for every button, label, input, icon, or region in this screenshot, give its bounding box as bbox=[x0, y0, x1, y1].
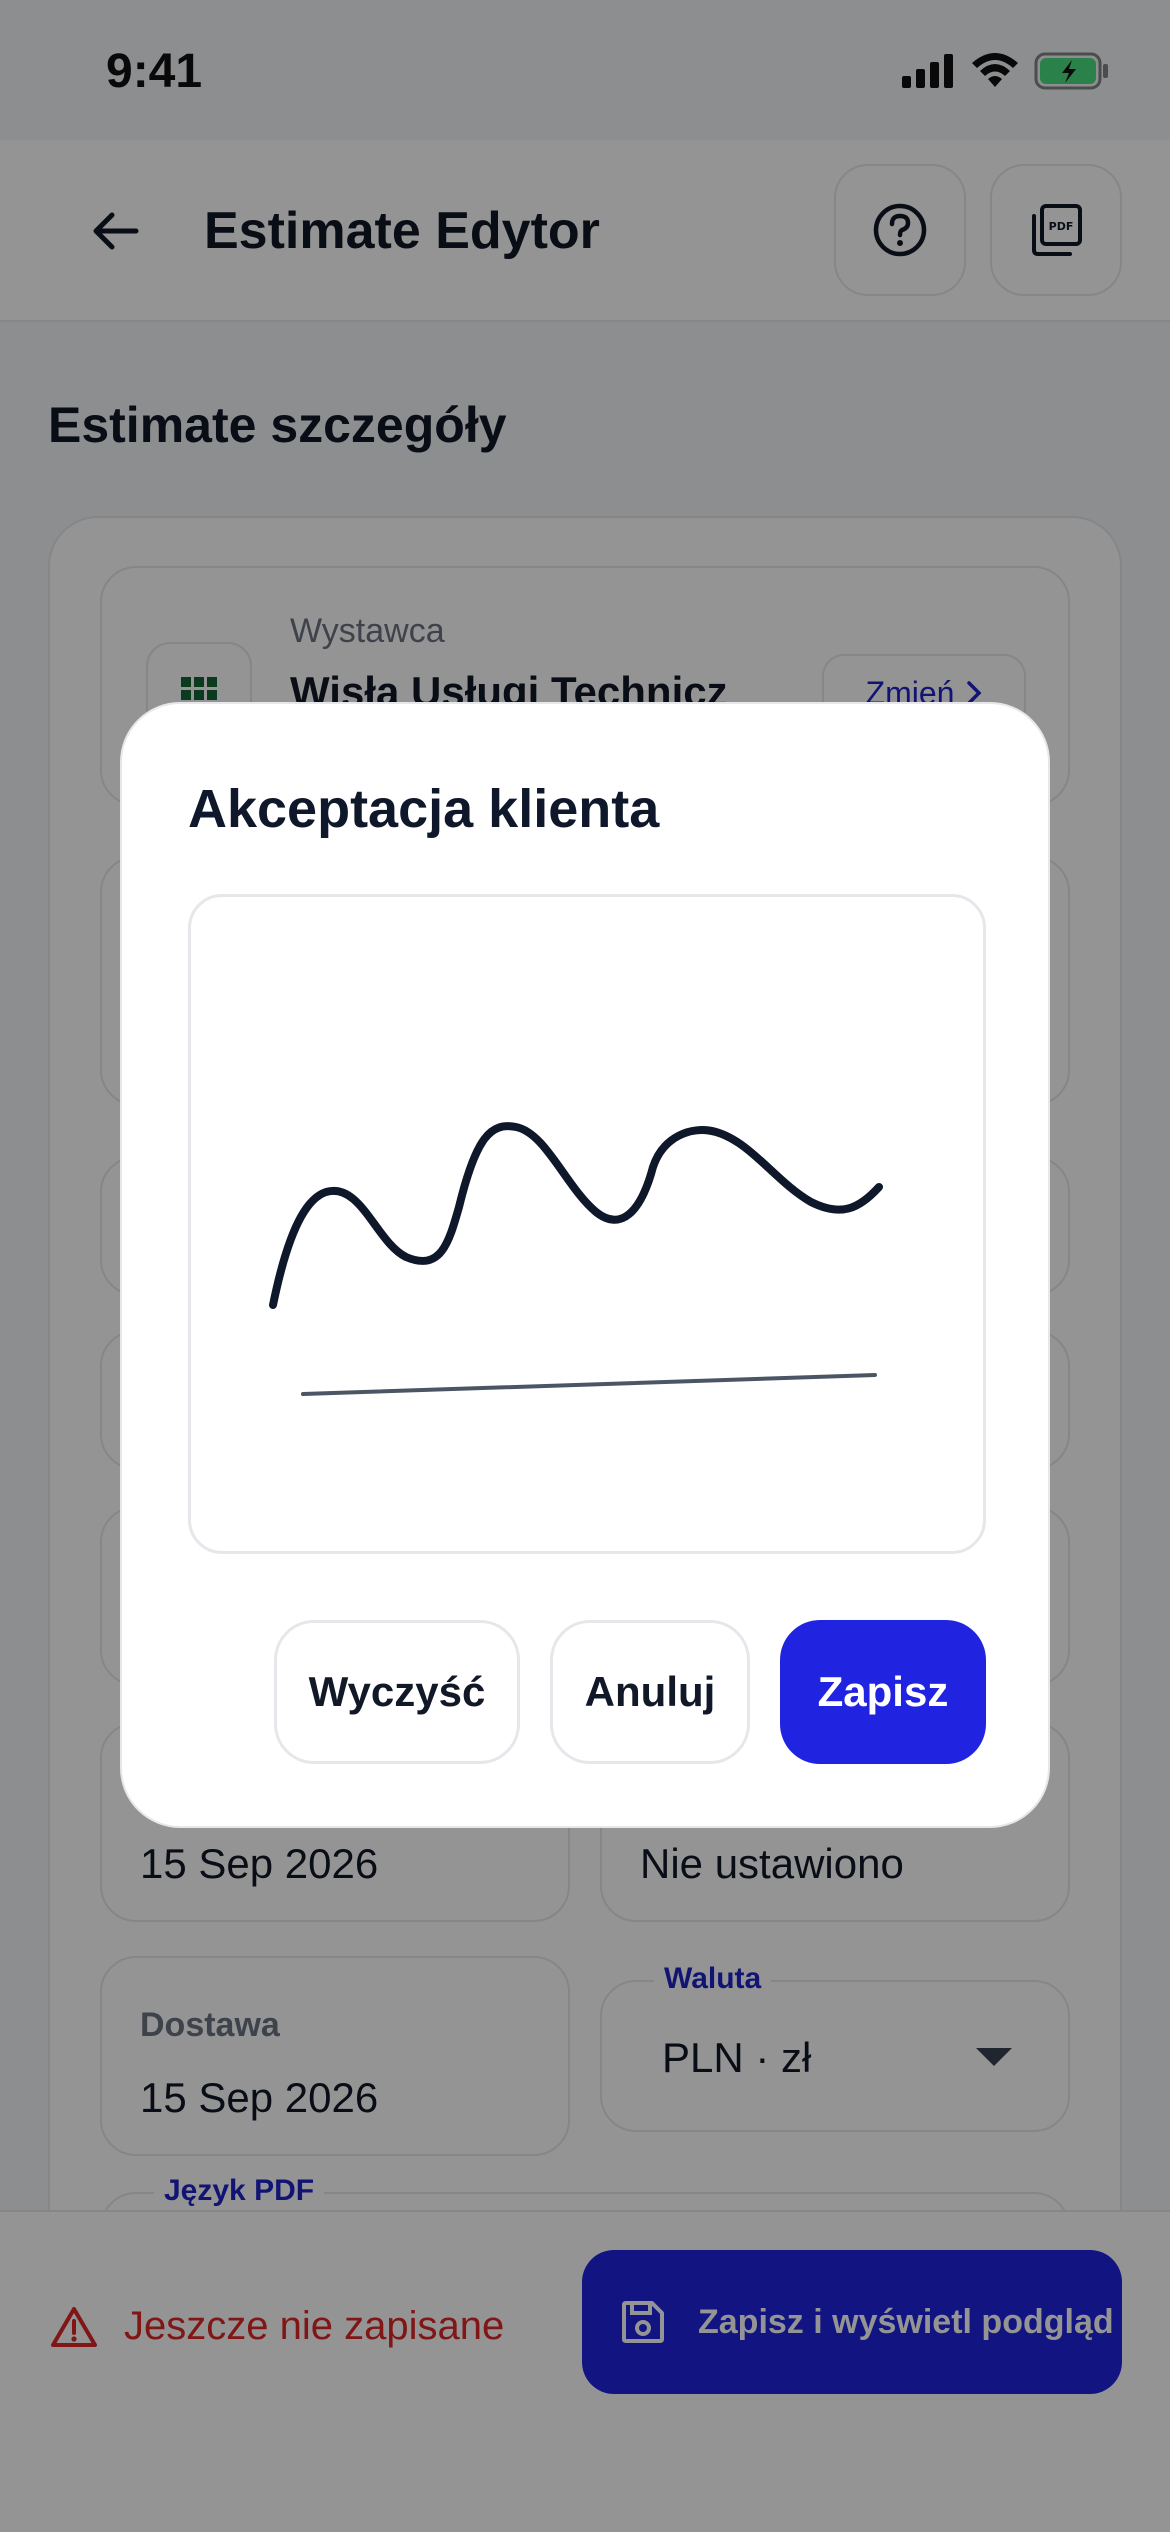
save-button[interactable]: Zapisz bbox=[780, 1620, 986, 1764]
signature-drawing bbox=[269, 1122, 883, 1396]
signature-dialog: Akceptacja klienta Wyczyść Anuluj Zapisz bbox=[120, 702, 1050, 1828]
cancel-button[interactable]: Anuluj bbox=[550, 1620, 750, 1764]
signature-pad[interactable] bbox=[188, 894, 986, 1554]
clear-button[interactable]: Wyczyść bbox=[274, 1620, 520, 1764]
dialog-title: Akceptacja klienta bbox=[188, 779, 660, 839]
